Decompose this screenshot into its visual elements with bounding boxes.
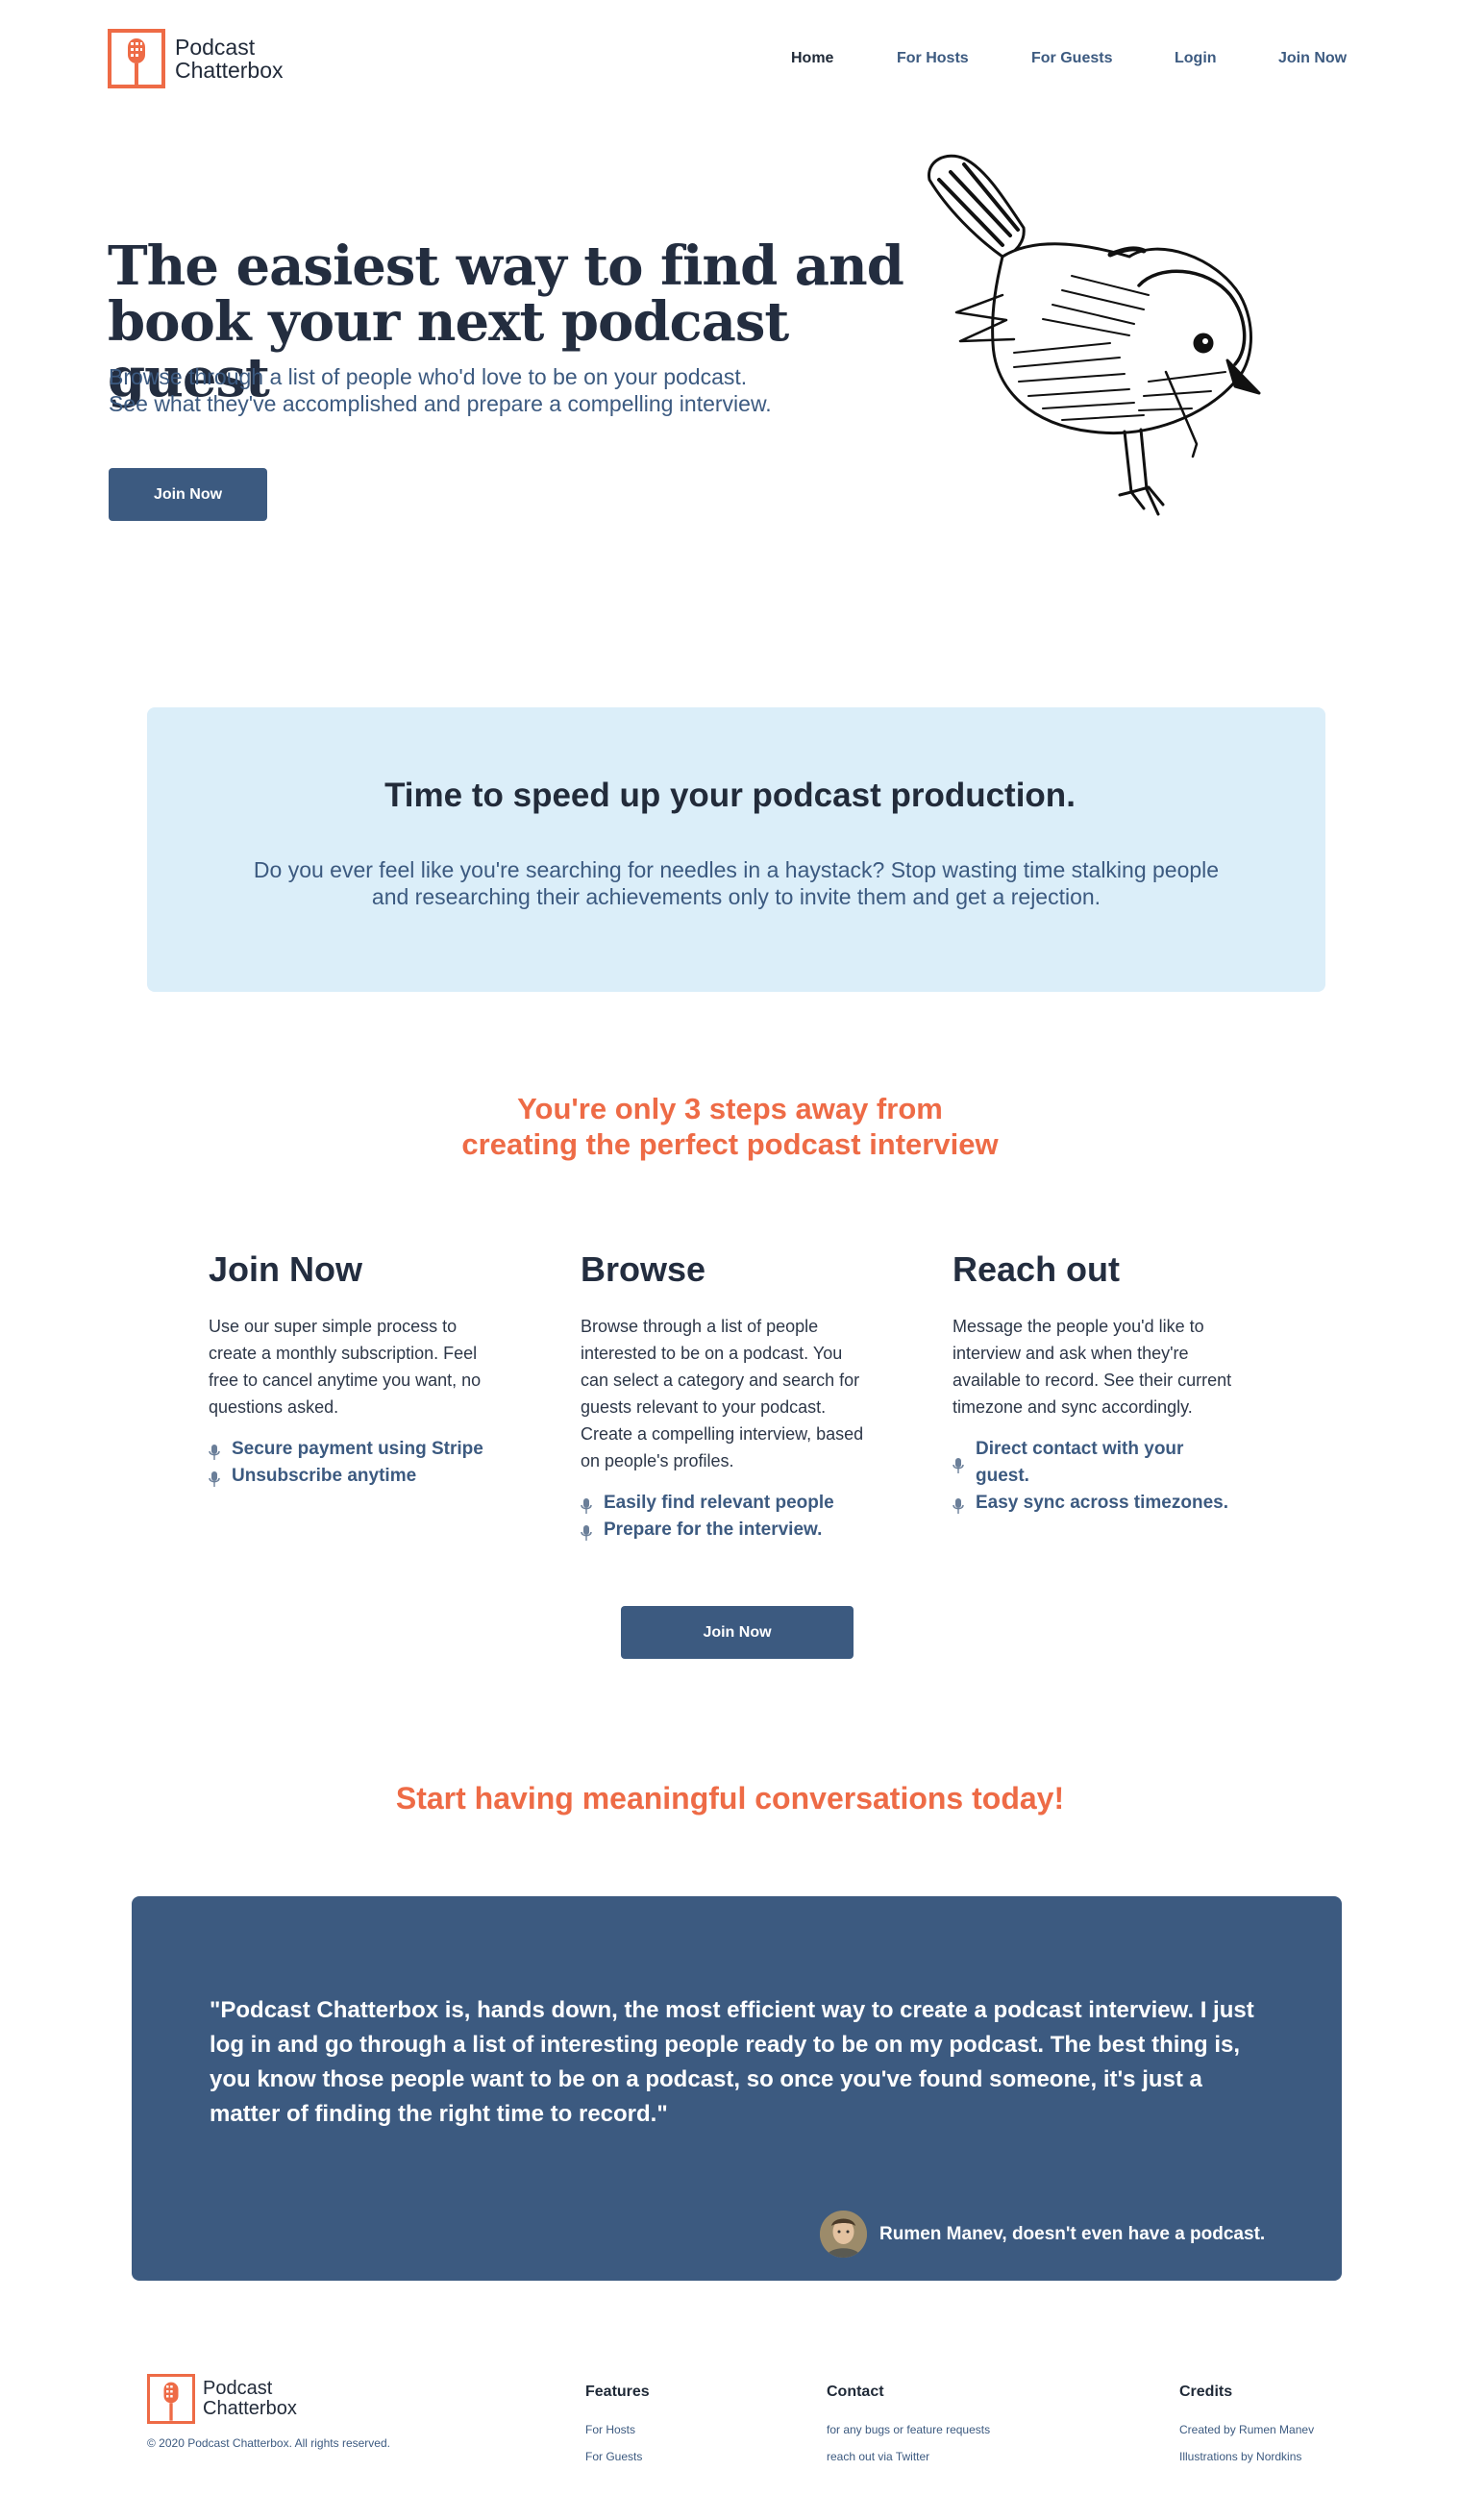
footer-link-created-by[interactable]: Created by Rumen Manev — [1179, 2416, 1314, 2443]
footer-column-heading: Features — [585, 2384, 650, 2400]
speed-up-panel — [147, 707, 1325, 992]
step-feature: Prepare for the interview. — [581, 1517, 869, 1544]
speed-up-text-line1: Do you ever feel like you're searching f… — [253, 857, 1220, 882]
footer-link-twitter[interactable]: reach out via Twitter — [827, 2443, 990, 2470]
step-text: Message the people you'd like to intervi… — [953, 1317, 1232, 1417]
footer-features-column: Features For Hosts For Guests — [585, 2384, 650, 2470]
step-browse: Browse Browse through a list of people i… — [581, 1249, 869, 1544]
step-feature-label: Unsubscribe anytime — [232, 1466, 417, 1486]
footer-logo[interactable]: Podcast Chatterbox — [147, 2374, 297, 2424]
steps-title-line1: You're only 3 steps away from — [517, 1092, 943, 1125]
microphone-icon — [147, 2374, 195, 2424]
step-feature-label: Prepare for the interview. — [604, 1519, 823, 1540]
nav-for-hosts[interactable]: For Hosts — [897, 50, 969, 67]
microphone-icon — [209, 1442, 220, 1460]
footer-contact-column: Contact for any bugs or feature requests… — [827, 2384, 990, 2470]
footer-column-heading: Credits — [1179, 2384, 1233, 2400]
step-feature: Easily find relevant people — [581, 1490, 869, 1517]
testimonial-author: Rumen Manev, doesn't even have a podcast… — [820, 2211, 1265, 2258]
step-join-now: Join Now Use our super simple process to… — [209, 1249, 497, 1490]
step-reach-out: Reach out Message the people you'd like … — [953, 1249, 1241, 1517]
microphone-icon — [581, 1522, 592, 1541]
hero-subtitle: Browse through a list of people who'd lo… — [109, 363, 878, 417]
step-features: Secure payment using Stripe Unsubscribe … — [209, 1436, 497, 1490]
step-text: Use our super simple process to create a… — [209, 1317, 482, 1417]
microphone-icon — [209, 1469, 220, 1487]
step-feature-label: Secure payment using Stripe — [232, 1439, 483, 1459]
footer-link-for-hosts[interactable]: For Hosts — [585, 2416, 650, 2443]
testimonial-author-name: Rumen Manev, doesn't even have a podcast… — [879, 2223, 1266, 2244]
steps-join-now-button[interactable]: Join Now — [621, 1606, 854, 1659]
step-text: Browse through a list of people interest… — [581, 1317, 864, 1470]
step-feature-label: Easy sync across timezones. — [976, 1493, 1228, 1513]
step-feature: Unsubscribe anytime — [209, 1463, 497, 1490]
steps-title-line2: creating the perfect podcast interview — [461, 1127, 999, 1161]
hero-title-line1: The easiest way to find and — [108, 235, 904, 298]
nav-for-guests[interactable]: For Guests — [1031, 50, 1112, 67]
testimonial-quote: "Podcast Chatterbox is, hands down, the … — [210, 1997, 1254, 2127]
step-heading: Browse — [581, 1249, 706, 1289]
step-features: Direct contact with your guest. Easy syn… — [953, 1436, 1241, 1517]
step-feature: Easy sync across timezones. — [953, 1490, 1241, 1517]
microphone-icon — [581, 1495, 592, 1514]
microphone-icon — [953, 1455, 964, 1473]
nav-login[interactable]: Login — [1175, 50, 1217, 67]
copyright-text: © 2020 Podcast Chatterbox. All rights re… — [147, 2436, 390, 2450]
footer-link-for-guests[interactable]: For Guests — [585, 2443, 650, 2470]
hero-join-now-button[interactable]: Join Now — [109, 468, 267, 521]
step-feature: Secure payment using Stripe — [209, 1436, 497, 1463]
avatar — [820, 2211, 867, 2258]
step-features: Easily find relevant people Prepare for … — [581, 1490, 869, 1544]
footer-link-bugs[interactable]: for any bugs or feature requests — [827, 2416, 990, 2443]
nav-join-now[interactable]: Join Now — [1278, 50, 1347, 67]
nav-home[interactable]: Home — [791, 50, 833, 67]
step-feature-label: Easily find relevant people — [604, 1493, 834, 1513]
footer-credits-column: Credits Created by Rumen Manev Illustrat… — [1179, 2384, 1314, 2470]
footer-column-heading: Contact — [827, 2384, 884, 2400]
step-heading: Reach out — [953, 1249, 1121, 1289]
step-heading: Join Now — [209, 1249, 362, 1289]
footer-brand-name-line1: Podcast — [203, 2378, 273, 2399]
microphone-icon — [953, 1495, 964, 1514]
sparrow-illustration — [928, 154, 1261, 516]
step-feature-label: Direct contact with your guest. — [976, 1439, 1184, 1486]
speed-up-text-line2: and researching their achievements only … — [371, 884, 1101, 909]
speed-up-text: Do you ever feel like you're searching f… — [221, 856, 1251, 910]
steps-title: You're only 3 steps away from creating t… — [0, 1091, 1460, 1162]
speed-up-title: Time to speed up your podcast production… — [384, 777, 1076, 814]
footer-brand-name-line2: Chatterbox — [203, 2398, 297, 2419]
step-feature: Direct contact with your guest. — [953, 1436, 1241, 1490]
hero-subtitle-line1: Browse through a list of people who'd lo… — [109, 364, 748, 389]
footer-link-illustrations[interactable]: Illustrations by Nordkins — [1179, 2443, 1314, 2470]
meaningful-heading: Start having meaningful conversations to… — [395, 1781, 1065, 1816]
footer-brand-name: Podcast Chatterbox — [203, 2379, 297, 2419]
hero-subtitle-line2: See what they've accomplished and prepar… — [109, 391, 772, 416]
main-nav: Home For Hosts For Guests Login Join Now — [0, 50, 1460, 73]
